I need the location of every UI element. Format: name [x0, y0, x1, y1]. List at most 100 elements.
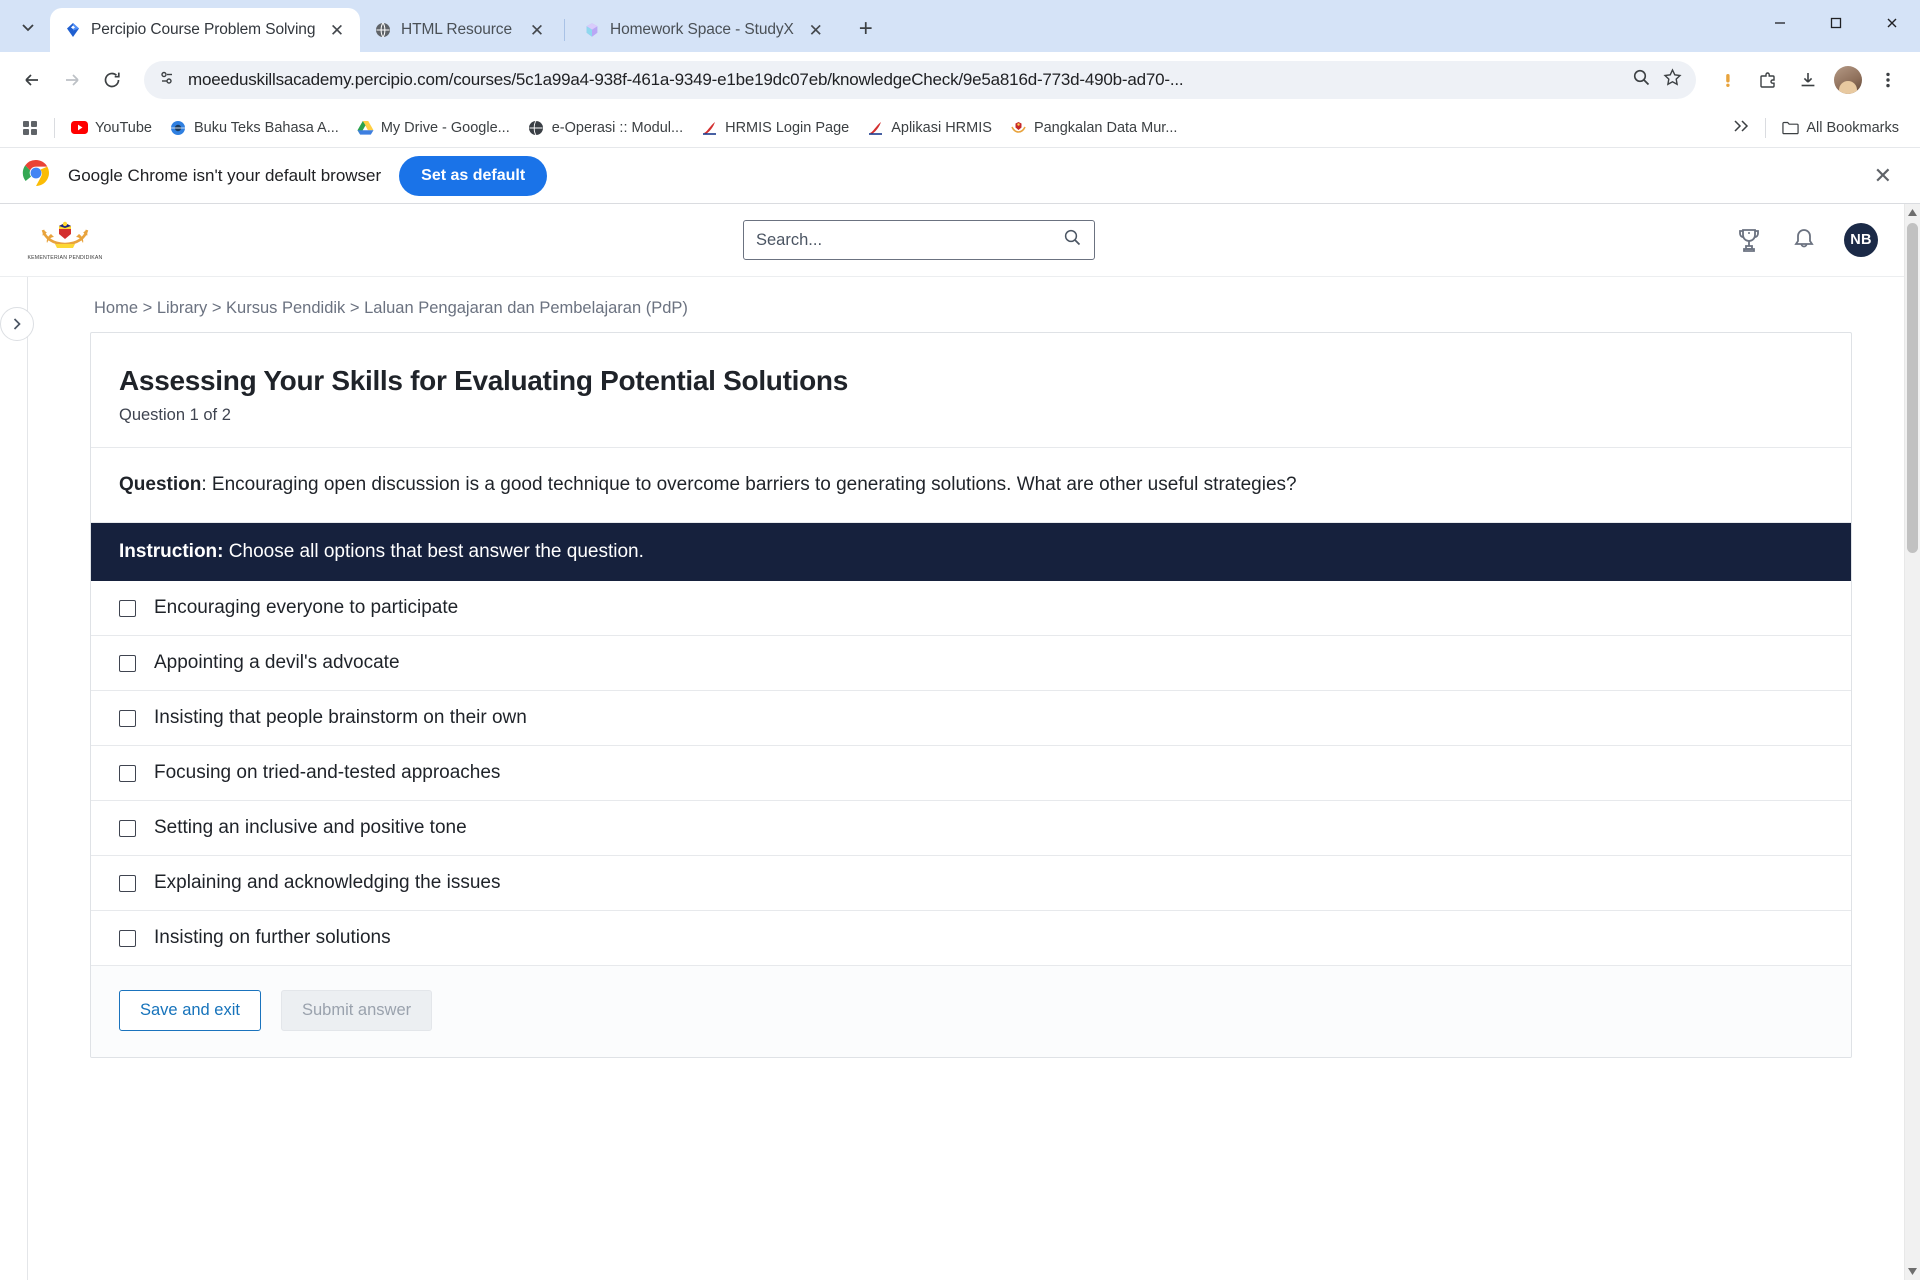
knowledge-check-card: Assessing Your Skills for Evaluating Pot…	[90, 332, 1852, 1058]
tab-divider	[564, 19, 565, 41]
checkbox-icon[interactable]	[119, 929, 136, 947]
trophy-icon[interactable]	[1734, 225, 1764, 255]
page-scrollbar[interactable]	[1904, 204, 1920, 1280]
reload-button[interactable]	[94, 62, 130, 98]
bookmark-e-operasi[interactable]: e-Operasi :: Modul...	[519, 114, 692, 141]
checkbox-icon[interactable]	[119, 819, 136, 837]
close-icon[interactable]: ✕	[324, 17, 350, 43]
url-text: moeeduskillsacademy.percipio.com/courses…	[188, 70, 1184, 89]
option-row[interactable]: Appointing a devil's advocate	[91, 636, 1851, 691]
bookmark-aplikasi-hrmis[interactable]: Aplikasi HRMIS	[858, 114, 1001, 141]
header-search-wrap	[104, 220, 1734, 260]
bookmark-label: YouTube	[95, 119, 152, 136]
breadcrumb[interactable]: Home > Library > Kursus Pendidik > Lalua…	[28, 277, 1904, 332]
bookmark-my-drive[interactable]: My Drive - Google...	[348, 114, 519, 141]
question-row: Question: Encouraging open discussion is…	[91, 448, 1851, 523]
minimize-button[interactable]	[1752, 0, 1808, 46]
bookmark-hrmis-login[interactable]: HRMIS Login Page	[692, 114, 858, 141]
tab-search-button[interactable]	[6, 7, 50, 47]
checkbox-icon[interactable]	[119, 764, 136, 782]
jata-negara-icon	[1010, 119, 1027, 136]
hrmis-icon	[867, 119, 884, 136]
all-bookmarks-label: All Bookmarks	[1806, 119, 1899, 136]
new-tab-button[interactable]: +	[847, 10, 885, 48]
address-bar[interactable]: moeeduskillsacademy.percipio.com/courses…	[144, 61, 1696, 99]
all-bookmarks-button[interactable]: All Bookmarks	[1773, 114, 1908, 141]
double-chevron-right-icon[interactable]	[1724, 114, 1758, 142]
search-icon[interactable]	[1063, 228, 1082, 252]
bookmark-label: My Drive - Google...	[380, 119, 510, 136]
checkbox-icon[interactable]	[119, 654, 136, 672]
pending-update-icon[interactable]	[1710, 62, 1746, 98]
option-label: Encouraging everyone to participate	[154, 597, 459, 618]
submit-answer-button: Submit answer	[280, 990, 433, 1031]
bookmark-label: Buku Teks Bahasa A...	[193, 119, 339, 136]
checkbox-icon[interactable]	[119, 599, 136, 617]
close-window-button[interactable]	[1864, 0, 1920, 46]
instruction-banner: Instruction: Choose all options that bes…	[91, 523, 1851, 581]
back-button[interactable]	[14, 62, 50, 98]
option-row[interactable]: Encouraging everyone to participate	[91, 581, 1851, 636]
browser-toolbar: moeeduskillsacademy.percipio.com/courses…	[0, 52, 1920, 108]
option-row[interactable]: Insisting that people brainstorm on thei…	[91, 691, 1851, 746]
maximize-button[interactable]	[1808, 0, 1864, 46]
tab-percipio[interactable]: Percipio Course Problem Solving ✕	[50, 8, 360, 52]
page-viewport: KEMENTERIAN PENDIDIKAN Search... NB Home…	[0, 204, 1920, 1280]
chevron-down-icon	[22, 24, 34, 32]
scrollbar-thumb[interactable]	[1907, 223, 1918, 553]
search-zoom-icon[interactable]	[1632, 68, 1651, 92]
option-row[interactable]: Explaining and acknowledging the issues	[91, 856, 1851, 911]
option-row[interactable]: Setting an inclusive and positive tone	[91, 801, 1851, 856]
profile-avatar[interactable]	[1830, 62, 1866, 98]
forward-button[interactable]	[54, 62, 90, 98]
tab-title: HTML Resource	[401, 21, 512, 38]
close-icon[interactable]: ✕	[1868, 163, 1898, 189]
option-label: Appointing a devil's advocate	[154, 652, 400, 673]
avatar[interactable]: NB	[1844, 223, 1878, 257]
close-icon[interactable]: ✕	[803, 17, 829, 43]
option-row[interactable]: Focusing on tried-and-tested approaches	[91, 746, 1851, 801]
card-header: Assessing Your Skills for Evaluating Pot…	[91, 333, 1851, 448]
extensions-puzzle-icon[interactable]	[1750, 62, 1786, 98]
hrmis-icon	[701, 119, 718, 136]
save-and-exit-button[interactable]: Save and exit	[119, 990, 261, 1031]
checkbox-icon[interactable]	[119, 874, 136, 892]
option-label: Explaining and acknowledging the issues	[154, 872, 501, 893]
bell-notification-icon[interactable]	[1790, 226, 1818, 254]
tab-studyx[interactable]: Homework Space - StudyX ✕	[569, 8, 839, 52]
tab-html-resource[interactable]: HTML Resource ✕	[360, 8, 560, 52]
bookmarks-bar: YouTube Buku Teks Bahasa A... My Drive -…	[0, 108, 1920, 148]
question-progress: Question 1 of 2	[119, 406, 231, 424]
default-browser-banner: Google Chrome isn't your default browser…	[0, 148, 1920, 204]
download-icon[interactable]	[1790, 62, 1826, 98]
sidebar-expand-button[interactable]	[0, 307, 34, 341]
triangle-up-icon[interactable]	[1905, 204, 1920, 221]
apps-grid-glyph	[21, 119, 38, 136]
tune-icon[interactable]	[158, 69, 176, 92]
google-drive-icon	[357, 119, 374, 136]
search-box[interactable]	[743, 220, 1095, 260]
bookmark-divider	[1765, 117, 1767, 138]
default-browser-message: Google Chrome isn't your default browser	[68, 165, 382, 185]
option-label: Focusing on tried-and-tested approaches	[154, 762, 501, 783]
bookmark-divider	[54, 117, 55, 138]
three-dot-menu-icon[interactable]	[1870, 62, 1906, 98]
globe-dark-icon	[528, 119, 545, 136]
globe-icon	[374, 21, 392, 39]
triangle-down-icon[interactable]	[1905, 1263, 1920, 1280]
apps-grid-icon[interactable]	[12, 114, 47, 141]
jata-negara-logo[interactable]: KEMENTERIAN PENDIDIKAN	[26, 220, 104, 261]
bookmark-pangkalan-data[interactable]: Pangkalan Data Mur...	[1001, 114, 1186, 141]
option-row[interactable]: Insisting on further solutions	[91, 911, 1851, 966]
set-as-default-button[interactable]: Set as default	[399, 155, 548, 196]
bookmark-label: Pangkalan Data Mur...	[1033, 119, 1178, 136]
close-icon[interactable]: ✕	[524, 17, 550, 43]
reload-icon	[104, 72, 120, 88]
search-input[interactable]	[756, 230, 1063, 250]
bookmark-youtube[interactable]: YouTube	[62, 114, 161, 141]
bookmark-buku-teks[interactable]: Buku Teks Bahasa A...	[161, 114, 348, 141]
chevron-right-icon	[13, 318, 21, 330]
star-icon[interactable]	[1663, 68, 1682, 92]
checkbox-icon[interactable]	[119, 709, 136, 727]
arrow-forward-icon	[66, 74, 79, 86]
